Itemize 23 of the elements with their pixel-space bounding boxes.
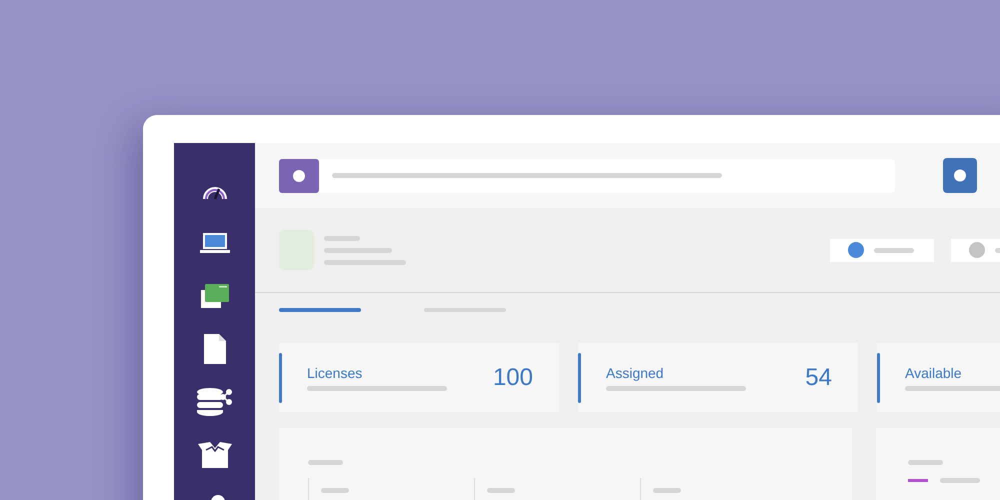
database-share-icon[interactable] xyxy=(196,388,232,416)
text-placeholder xyxy=(908,460,943,465)
legend-swatch xyxy=(908,479,928,482)
cards-icon[interactable] xyxy=(200,284,228,308)
user-button-icon[interactable] xyxy=(943,158,977,193)
text-placeholder xyxy=(940,478,980,483)
text-placeholder xyxy=(487,488,515,493)
stat-value: 54 xyxy=(805,364,832,392)
stat-label: Licenses xyxy=(307,364,364,380)
menu-button-icon[interactable] xyxy=(279,158,319,192)
text-placeholder xyxy=(874,248,914,252)
text-placeholder xyxy=(653,488,681,493)
text-placeholder xyxy=(324,248,392,252)
text-placeholder xyxy=(321,488,349,493)
search-field[interactable] xyxy=(279,158,895,192)
laptop-icon[interactable] xyxy=(200,233,230,253)
text-placeholder xyxy=(324,236,360,240)
stat-label: Assigned xyxy=(606,364,665,380)
filter-chip[interactable] xyxy=(830,238,934,262)
stat-value: 100 xyxy=(492,364,533,392)
text-placeholder xyxy=(308,460,343,465)
document-icon[interactable] xyxy=(204,334,226,364)
stat-label: Available xyxy=(905,364,963,380)
